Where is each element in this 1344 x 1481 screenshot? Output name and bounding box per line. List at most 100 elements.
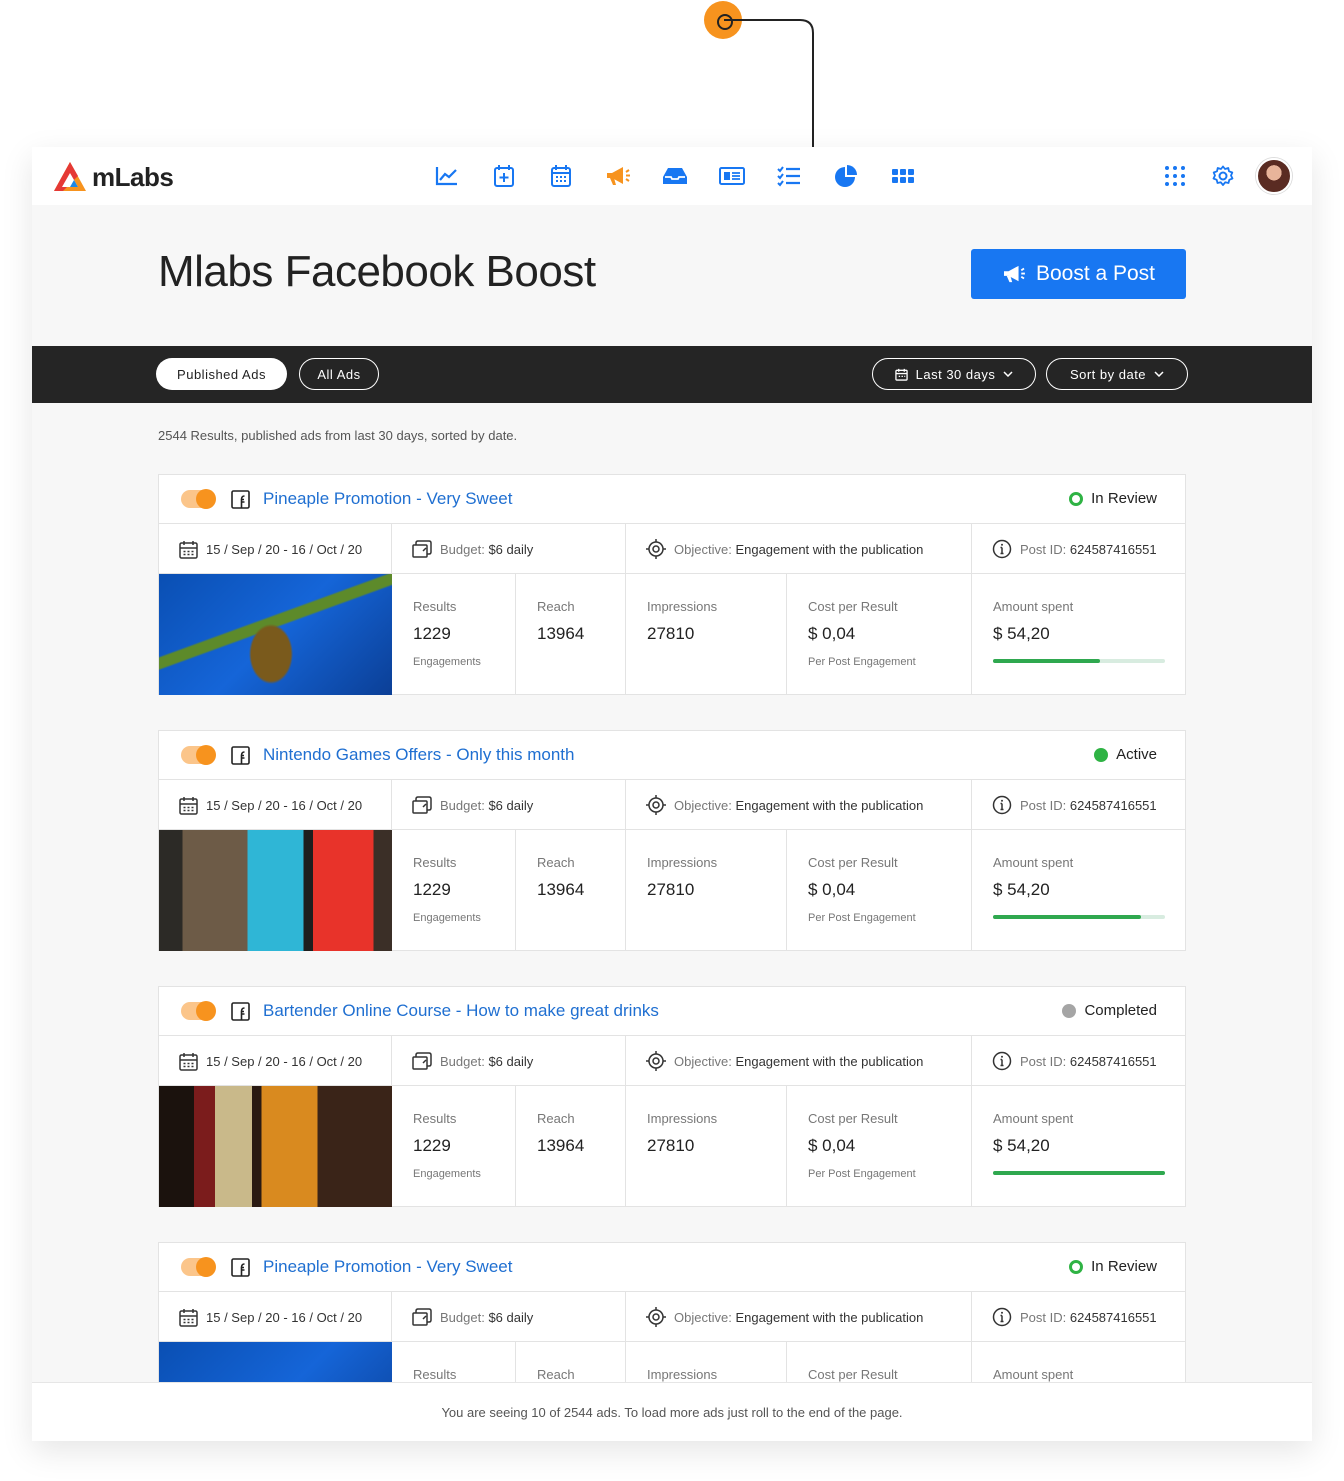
ad-budget: $6 daily (488, 1309, 534, 1325)
calendar-icon (179, 1308, 198, 1327)
ad-post-id: 624587416551 (1069, 797, 1157, 813)
ad-card: Nintendo Games Offers - Only this month … (158, 730, 1186, 951)
reach-value: 13964 (537, 1136, 585, 1155)
amount-spent-value: $ 54,20 (993, 880, 1050, 899)
ad-objective: Engagement with the publication (735, 797, 924, 813)
ad-dates-cell: 15 / Sep / 20 - 16 / Oct / 20 (159, 1036, 392, 1086)
date-range-dropdown[interactable]: Last 30 days (872, 358, 1036, 390)
cost-per-result-value: $ 0,04 (808, 880, 856, 899)
ad-info-row: 15 / Sep / 20 - 16 / Oct / 20 Budget: $6… (159, 1036, 1185, 1086)
ad-objective: Engagement with the publication (735, 541, 924, 557)
boost-post-button[interactable]: Boost a Post (971, 249, 1186, 299)
results-label: Results (413, 855, 457, 870)
target-icon (646, 1051, 666, 1071)
report-icon[interactable] (717, 161, 747, 191)
target-icon (646, 1307, 666, 1327)
cost-per-result-metric: Cost per Result $ 0,04 Per Post Engageme… (787, 830, 972, 951)
ad-toggle-switch[interactable] (181, 489, 216, 509)
cost-per-result-metric: Cost per Result $ 0,04 Per Post Engageme… (787, 1086, 972, 1207)
budget-icon (412, 796, 432, 814)
status-badge: In Review (1069, 490, 1157, 507)
ad-thumbnail[interactable] (159, 1086, 392, 1207)
ad-title[interactable]: Nintendo Games Offers - Only this month (263, 745, 574, 765)
budget-icon (412, 1052, 432, 1070)
sort-label: Sort by date (1069, 366, 1147, 382)
per-post-engagement-label: Per Post Engagement (808, 1168, 916, 1180)
calendar-icon (179, 1052, 198, 1071)
objective-label: Objective: (674, 541, 732, 557)
reach-value: 13964 (537, 624, 585, 643)
pie-chart-icon[interactable] (831, 161, 861, 191)
objective-label: Objective: (674, 1309, 732, 1325)
budget-icon (412, 540, 432, 558)
ad-dates-cell: 15 / Sep / 20 - 16 / Oct / 20 (159, 780, 392, 830)
engagements-label: Engagements (413, 912, 481, 924)
annotation-marker (704, 1, 742, 39)
amount-spent-label: Amount spent (993, 1111, 1074, 1126)
apps-menu-icon[interactable] (1160, 161, 1190, 191)
reach-label: Reach (537, 1111, 575, 1126)
date-range-label: Last 30 days (915, 366, 996, 382)
status-badge: Active (1094, 746, 1157, 763)
reach-label: Reach (537, 855, 575, 870)
ad-budget-cell: Budget: $6 daily (392, 524, 626, 574)
inbox-icon[interactable] (660, 161, 690, 191)
ad-toggle-switch[interactable] (181, 745, 216, 765)
ad-toggle-switch[interactable] (181, 1001, 216, 1021)
ad-budget-cell: Budget: $6 daily (392, 780, 626, 830)
grid-icon[interactable] (888, 161, 918, 191)
impressions-label: Impressions (647, 1367, 718, 1382)
calendar-icon[interactable] (546, 161, 576, 191)
tab-all-ads[interactable]: All Ads (299, 358, 379, 390)
amount-spent-label: Amount spent (993, 1367, 1074, 1382)
amount-spent-metric: Amount spent $ 54,20 (972, 1086, 1186, 1207)
ad-post-id: 624587416551 (1069, 1053, 1157, 1069)
facebook-icon (231, 1002, 250, 1021)
amount-spent-metric: Amount spent $ 54,20 (972, 830, 1186, 951)
sort-dropdown[interactable]: Sort by date (1046, 358, 1188, 390)
calendar-icon (894, 368, 908, 381)
ad-card: Bartender Online Course - How to make gr… (158, 986, 1186, 1207)
target-icon (646, 795, 666, 815)
megaphone-icon[interactable] (603, 161, 633, 191)
reach-metric: Reach 13964 (516, 830, 626, 951)
results-metric: Results 1229 Engagements (392, 830, 516, 951)
spent-progress-fill (993, 915, 1141, 919)
results-metric: Results 1229 Engagements (392, 574, 516, 695)
spent-progress-bar (993, 915, 1165, 919)
ad-thumbnail[interactable] (159, 830, 392, 951)
engagements-label: Engagements (413, 1168, 481, 1180)
ad-title[interactable]: Pineaple Promotion - Very Sweet (263, 489, 512, 509)
reach-metric: Reach 13964 (516, 574, 626, 695)
cost-per-result-label: Cost per Result (808, 1367, 898, 1382)
calendar-add-icon[interactable] (489, 161, 519, 191)
ad-title[interactable]: Bartender Online Course - How to make gr… (263, 1001, 659, 1021)
tab-published-ads[interactable]: Published Ads (156, 358, 287, 390)
impressions-value: 27810 (647, 624, 695, 643)
impressions-value: 27810 (647, 1136, 695, 1155)
amount-spent-value: $ 54,20 (993, 624, 1050, 643)
gear-icon[interactable] (1208, 161, 1238, 191)
ad-thumbnail[interactable] (159, 574, 392, 695)
impressions-metric: Impressions 27810 (626, 1086, 787, 1207)
main-nav (432, 161, 918, 191)
objective-label: Objective: (674, 1053, 732, 1069)
mlabs-logo[interactable]: mLabs (52, 159, 174, 195)
ad-card-header: Pineaple Promotion - Very Sweet In Revie… (159, 1243, 1185, 1292)
screenshot-stage: mLabs Mlabs Facebook Boost Boost a Post … (0, 0, 1344, 1481)
toolbar-right (1160, 158, 1292, 194)
user-avatar[interactable] (1256, 158, 1292, 194)
analytics-icon[interactable] (432, 161, 462, 191)
status-badge: In Review (1069, 1258, 1157, 1275)
amount-spent-label: Amount spent (993, 855, 1074, 870)
impressions-label: Impressions (647, 1111, 718, 1126)
results-summary: 2544 Results, published ads from last 30… (158, 428, 518, 443)
ad-budget: $6 daily (488, 797, 534, 813)
ad-toggle-switch[interactable] (181, 1257, 216, 1277)
budget-icon (412, 1308, 432, 1326)
ad-card-header: Bartender Online Course - How to make gr… (159, 987, 1185, 1036)
ad-title[interactable]: Pineaple Promotion - Very Sweet (263, 1257, 512, 1277)
checklist-icon[interactable] (774, 161, 804, 191)
status-dot-icon (1069, 1259, 1084, 1274)
spent-progress-bar (993, 659, 1165, 663)
